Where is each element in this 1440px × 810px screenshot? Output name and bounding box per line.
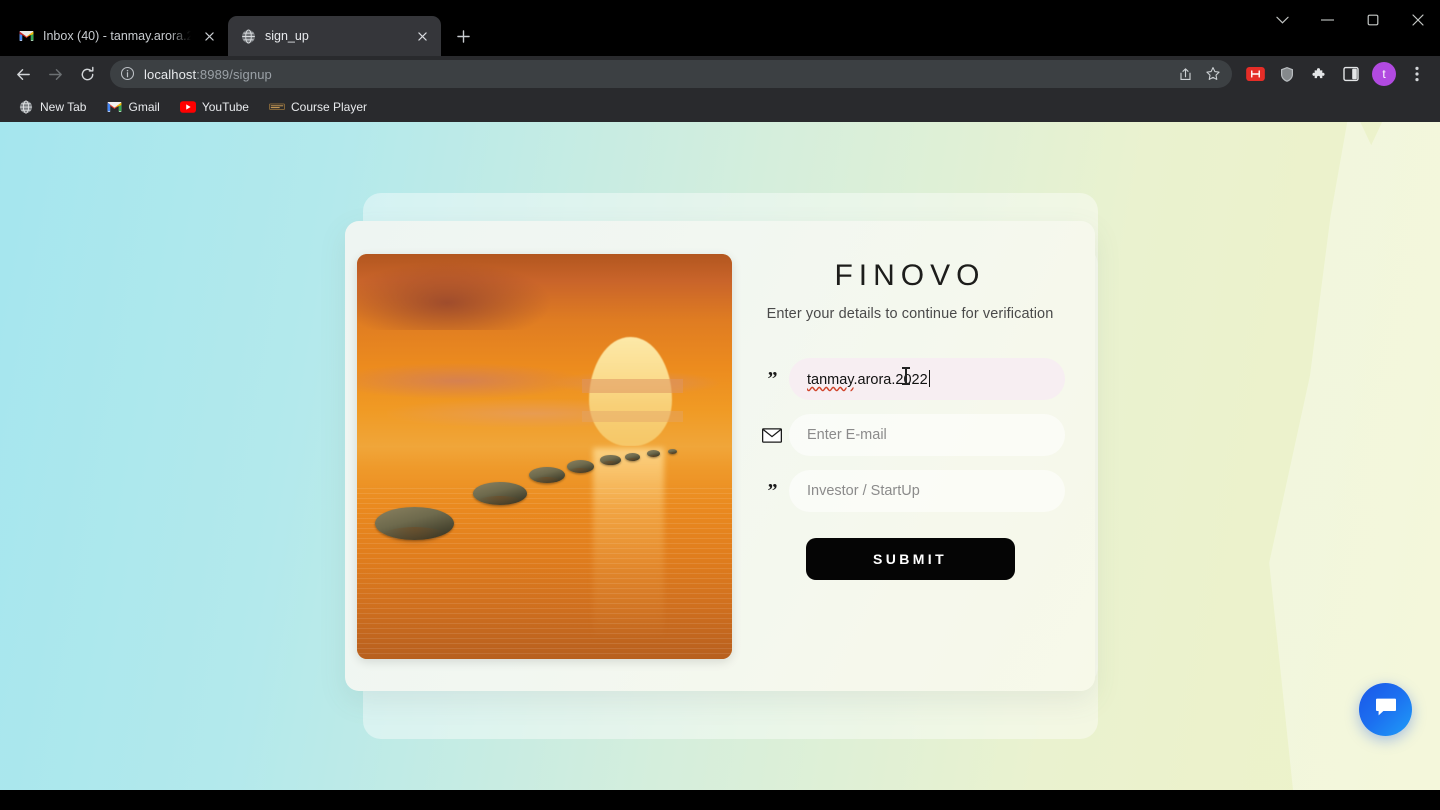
shield-extension-icon[interactable] <box>1272 59 1302 89</box>
youtube-icon <box>179 99 196 115</box>
bookmark-course-player[interactable]: Course Player <box>261 96 375 118</box>
field-name: ” tanmay.arora.2022 <box>755 358 1065 400</box>
address-bar-actions <box>1172 61 1226 87</box>
page-subtitle: Enter your details to continue for verif… <box>766 306 1054 322</box>
text-caret <box>928 370 930 387</box>
name-input[interactable]: tanmay.arora.2022 <box>789 358 1065 400</box>
quote-glyph: ” <box>767 368 778 390</box>
quote-icon: ” <box>755 369 789 389</box>
name-value-spellchecked: tanmay <box>807 372 854 388</box>
image-stone <box>529 467 565 487</box>
share-icon[interactable] <box>1172 61 1198 87</box>
image-cloud <box>581 411 683 422</box>
address-bar[interactable]: localhost:8989/signup <box>110 60 1232 88</box>
image-stone <box>566 460 594 476</box>
url-path: :8989/signup <box>196 66 272 82</box>
bookmark-label: Course Player <box>290 100 368 114</box>
bookmark-gmail[interactable]: Gmail <box>98 96 167 118</box>
card-image-column <box>345 221 743 691</box>
image-stone <box>375 506 454 549</box>
mouse-text-cursor <box>902 367 910 385</box>
globe-icon <box>18 99 34 115</box>
browser-window: Inbox (40) - tanmay.arora.2022@ sign_up <box>0 0 1440 810</box>
email-input[interactable]: Enter E-mail <box>789 414 1065 456</box>
bookmark-new-tab[interactable]: New Tab <box>10 96 94 118</box>
forward-arrow-icon[interactable] <box>40 59 70 89</box>
field-email: Enter E-mail <box>755 414 1065 456</box>
globe-icon <box>240 28 256 44</box>
three-dot-menu-icon[interactable] <box>1402 59 1432 89</box>
page-title: FINOVO <box>834 259 986 292</box>
chevron-down-icon[interactable] <box>1260 0 1305 40</box>
chat-widget-button[interactable] <box>1359 683 1412 736</box>
image-stone <box>647 450 660 459</box>
quote-glyph: ” <box>767 480 778 502</box>
bookmark-label: New Tab <box>40 100 87 114</box>
tab-title: Inbox (40) - tanmay.arora.2022@ <box>43 29 191 43</box>
bookmarks-bar: New Tab Gmail YouTube Course Player <box>0 92 1440 122</box>
image-stone <box>667 448 678 456</box>
tab-title: sign_up <box>265 29 309 43</box>
chat-bubble-icon <box>1374 696 1398 723</box>
role-input[interactable]: Investor / StartUp <box>789 470 1065 512</box>
close-icon[interactable] <box>413 27 431 45</box>
close-icon[interactable] <box>1395 0 1440 40</box>
card-stack: FINOVO Enter your details to continue fo… <box>345 193 1098 739</box>
bookmark-label: Gmail <box>128 100 160 114</box>
signup-form: ” tanmay.arora.2022 Enter E-mail ” Inves… <box>755 358 1065 580</box>
name-value-rest: .arora.2022 <box>853 372 928 388</box>
avatar[interactable]: t <box>1372 62 1396 86</box>
page-viewport: FINOVO Enter your details to continue fo… <box>0 122 1440 790</box>
quote-icon: ” <box>755 481 789 501</box>
image-stone <box>624 452 641 463</box>
bookmark-youtube[interactable]: YouTube <box>172 96 257 118</box>
gmail-icon <box>18 28 34 44</box>
bookmark-label: YouTube <box>201 100 249 114</box>
site-info-icon[interactable] <box>120 66 136 82</box>
maximize-icon[interactable] <box>1350 0 1395 40</box>
gmail-icon <box>106 99 122 115</box>
image-cloud <box>581 379 683 393</box>
email-input-placeholder: Enter E-mail <box>807 427 887 443</box>
image-stone <box>600 455 621 467</box>
window-bottom-strip <box>0 790 1440 810</box>
puzzle-extensions-icon[interactable] <box>1304 59 1334 89</box>
image-stone <box>472 482 528 511</box>
field-role: ” Investor / StartUp <box>755 470 1065 512</box>
signup-card: FINOVO Enter your details to continue fo… <box>345 221 1095 691</box>
tab-inbox[interactable]: Inbox (40) - tanmay.arora.2022@ <box>6 16 228 56</box>
close-icon[interactable] <box>200 27 218 45</box>
tab-strip: Inbox (40) - tanmay.arora.2022@ sign_up <box>0 0 1440 56</box>
side-panel-icon[interactable] <box>1336 59 1366 89</box>
browser-toolbar: localhost:8989/signup t <box>0 56 1440 92</box>
name-input-value: tanmay.arora.2022 <box>807 370 930 388</box>
tab-signup[interactable]: sign_up <box>228 16 441 56</box>
reload-icon[interactable] <box>72 59 102 89</box>
envelope-icon <box>755 427 789 443</box>
back-arrow-icon[interactable] <box>8 59 38 89</box>
minimize-icon[interactable] <box>1305 0 1350 40</box>
course-player-icon <box>268 99 285 115</box>
window-controls <box>1260 0 1440 40</box>
url-host: localhost <box>144 66 197 82</box>
sunset-stepping-stones-image <box>356 253 732 659</box>
address-bar-url: localhost:8989/signup <box>144 67 272 82</box>
new-tab-button[interactable] <box>449 22 477 50</box>
star-icon[interactable] <box>1200 61 1226 87</box>
extension-icons: t <box>1240 59 1432 89</box>
card-form-column: FINOVO Enter your details to continue fo… <box>743 221 1095 691</box>
role-input-placeholder: Investor / StartUp <box>807 483 920 499</box>
submit-row: SUBMIT <box>755 538 1065 580</box>
submit-button[interactable]: SUBMIT <box>805 538 1015 580</box>
signup-stage: FINOVO Enter your details to continue fo… <box>0 122 1440 790</box>
image-cloud <box>356 261 552 331</box>
image-cloud <box>356 362 582 400</box>
youtube-extension-icon[interactable] <box>1240 59 1270 89</box>
